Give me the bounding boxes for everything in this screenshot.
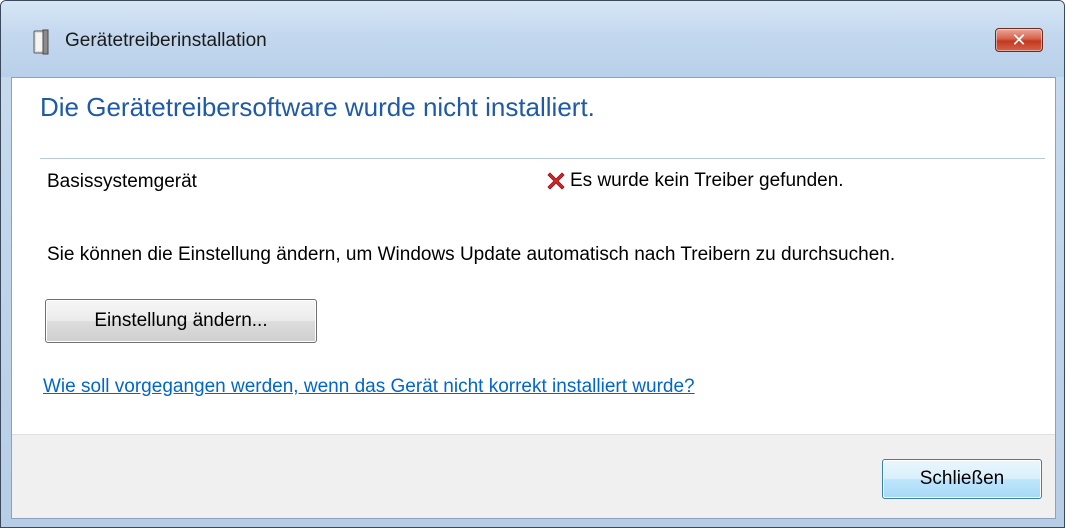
- device-name: Basissystemgerät: [47, 171, 197, 192]
- main-heading: Die Gerätetreibersoftware wurde nicht in…: [40, 92, 595, 122]
- close-window-button[interactable]: ✕: [995, 28, 1043, 52]
- windows-update-info: Sie können die Einstellung ändern, um Wi…: [47, 244, 896, 265]
- device-installer-icon: [33, 29, 49, 55]
- error-x-icon: [547, 172, 565, 190]
- close-button[interactable]: Schließen: [882, 459, 1042, 499]
- close-icon: ✕: [1011, 29, 1027, 50]
- divider: [40, 158, 1045, 159]
- title-bar[interactable]: Gerätetreiberinstallation ✕: [1, 1, 1064, 77]
- dialog-window: Gerätetreiberinstallation ✕ Die Gerätetr…: [0, 0, 1065, 528]
- device-status: Es wurde kein Treiber gefunden.: [544, 169, 844, 193]
- device-status-text: Es wurde kein Treiber gefunden.: [570, 170, 844, 191]
- change-setting-button[interactable]: Einstellung ändern...: [45, 299, 317, 343]
- window-title: Gerätetreiberinstallation: [65, 30, 267, 51]
- help-link[interactable]: Wie soll vorgegangen werden, wenn das Ge…: [43, 376, 695, 398]
- dialog-footer: Schließen: [12, 434, 1055, 518]
- dialog-content: Die Gerätetreibersoftware wurde nicht in…: [11, 77, 1056, 519]
